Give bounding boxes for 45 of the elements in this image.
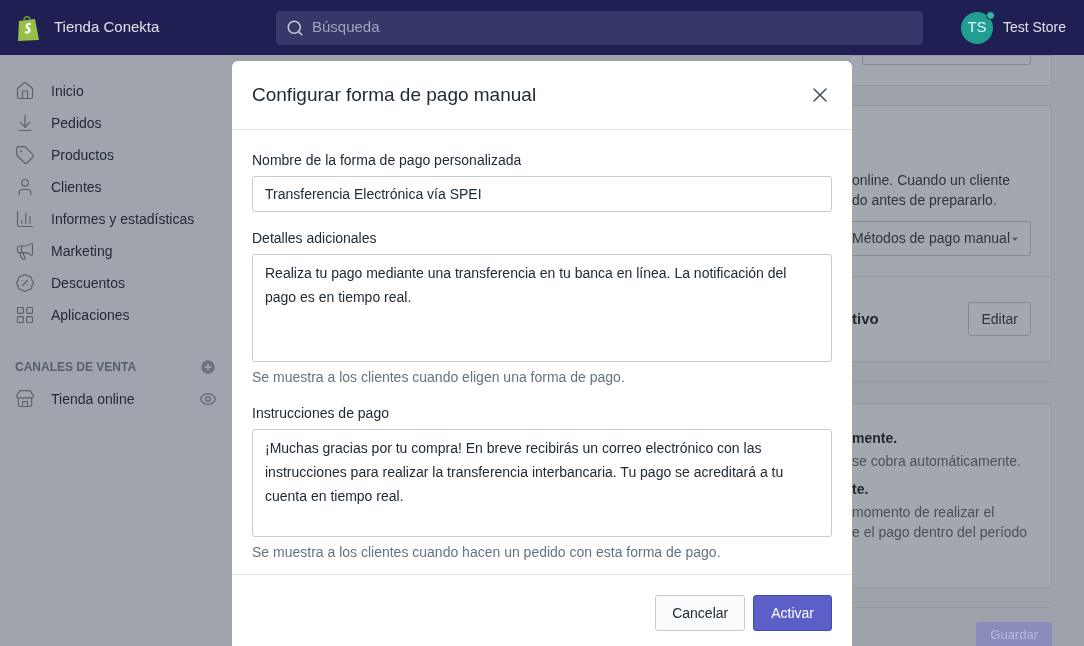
section-heading: CANALES DE VENTA — [15, 359, 137, 376]
field-label: Instrucciones de pago — [252, 404, 390, 423]
hint-text: Se muestra a los clientes cuando hacen un pedido con esta forma de pago. — [252, 543, 722, 562]
search-field[interactable]: Búsqueda — [276, 10, 923, 45]
nav-item[interactable]: Descuentos — [15, 267, 217, 299]
nav-item[interactable]: Marketing — [15, 235, 217, 267]
home-icon — [15, 81, 35, 101]
field-label: Nombre de la forma de pago personalizada — [252, 151, 523, 170]
apps-icon — [15, 305, 35, 325]
input-field[interactable]: Transferencia Electrónica vía SPEI — [252, 176, 832, 212]
eye-icon[interactable] — [199, 390, 217, 408]
megaphone-icon — [15, 241, 35, 261]
percent-badge-icon — [15, 273, 35, 293]
status-text: tivo — [852, 308, 879, 329]
dropdown[interactable]: Métodos de pago manual — [852, 221, 1031, 256]
nav-item[interactable]: Pedidos — [15, 107, 217, 139]
account-name[interactable]: Test Store — [1002, 17, 1068, 38]
nav-item[interactable]: Productos — [15, 139, 217, 171]
option-text: e el pago dentro del período — [852, 523, 1029, 542]
option-text: momento de realizar el — [852, 503, 996, 522]
activate-button[interactable]: Activar — [753, 595, 832, 631]
option-title: te. — [852, 480, 870, 499]
card-text: do antes de prepararlo. — [852, 191, 998, 210]
nav-item[interactable]: Clientes — [15, 171, 217, 203]
modal-title: Configurar forma de pago manual — [252, 82, 537, 107]
hint-text: Se muestra a los clientes cuando eligen una forma de pago. — [252, 368, 626, 387]
nav-item[interactable]: Inicio — [15, 75, 217, 107]
nav-item[interactable]: Informes y estadísticas — [15, 203, 217, 235]
text-area[interactable]: ¡Muchas gracias por tu compra! En breve recibirás un correo electrónico con las instrucciones para realizar la transferencia interbancaria. Tu pago se acreditará a tu cuenta en tiempo real. — [252, 429, 832, 537]
option-title: mente. — [852, 429, 899, 448]
search-icon — [286, 18, 304, 37]
edit-button[interactable]: Editar — [968, 302, 1031, 336]
option-text: se cobra automáticamente. — [852, 452, 1022, 471]
card-text: online. Cuando un cliente — [852, 171, 1011, 190]
field-label: Detalles adicionales — [252, 229, 378, 248]
bar-chart-icon — [15, 209, 35, 229]
add-icon[interactable] — [199, 358, 217, 376]
store-name[interactable]: Tienda Conekta — [54, 16, 276, 39]
store-icon — [15, 389, 35, 409]
text-area[interactable]: Realiza tu pago mediante una transferencia en tu banca en línea. La notificación del pago es en tiempo real. — [252, 254, 832, 362]
shopping-bag-logo-icon — [16, 13, 40, 42]
nav-item[interactable]: Tienda online — [15, 388, 199, 410]
tag-icon — [15, 145, 35, 165]
cancel-button[interactable]: Cancelar — [655, 595, 746, 631]
nav-item[interactable]: Aplicaciones — [15, 299, 217, 331]
